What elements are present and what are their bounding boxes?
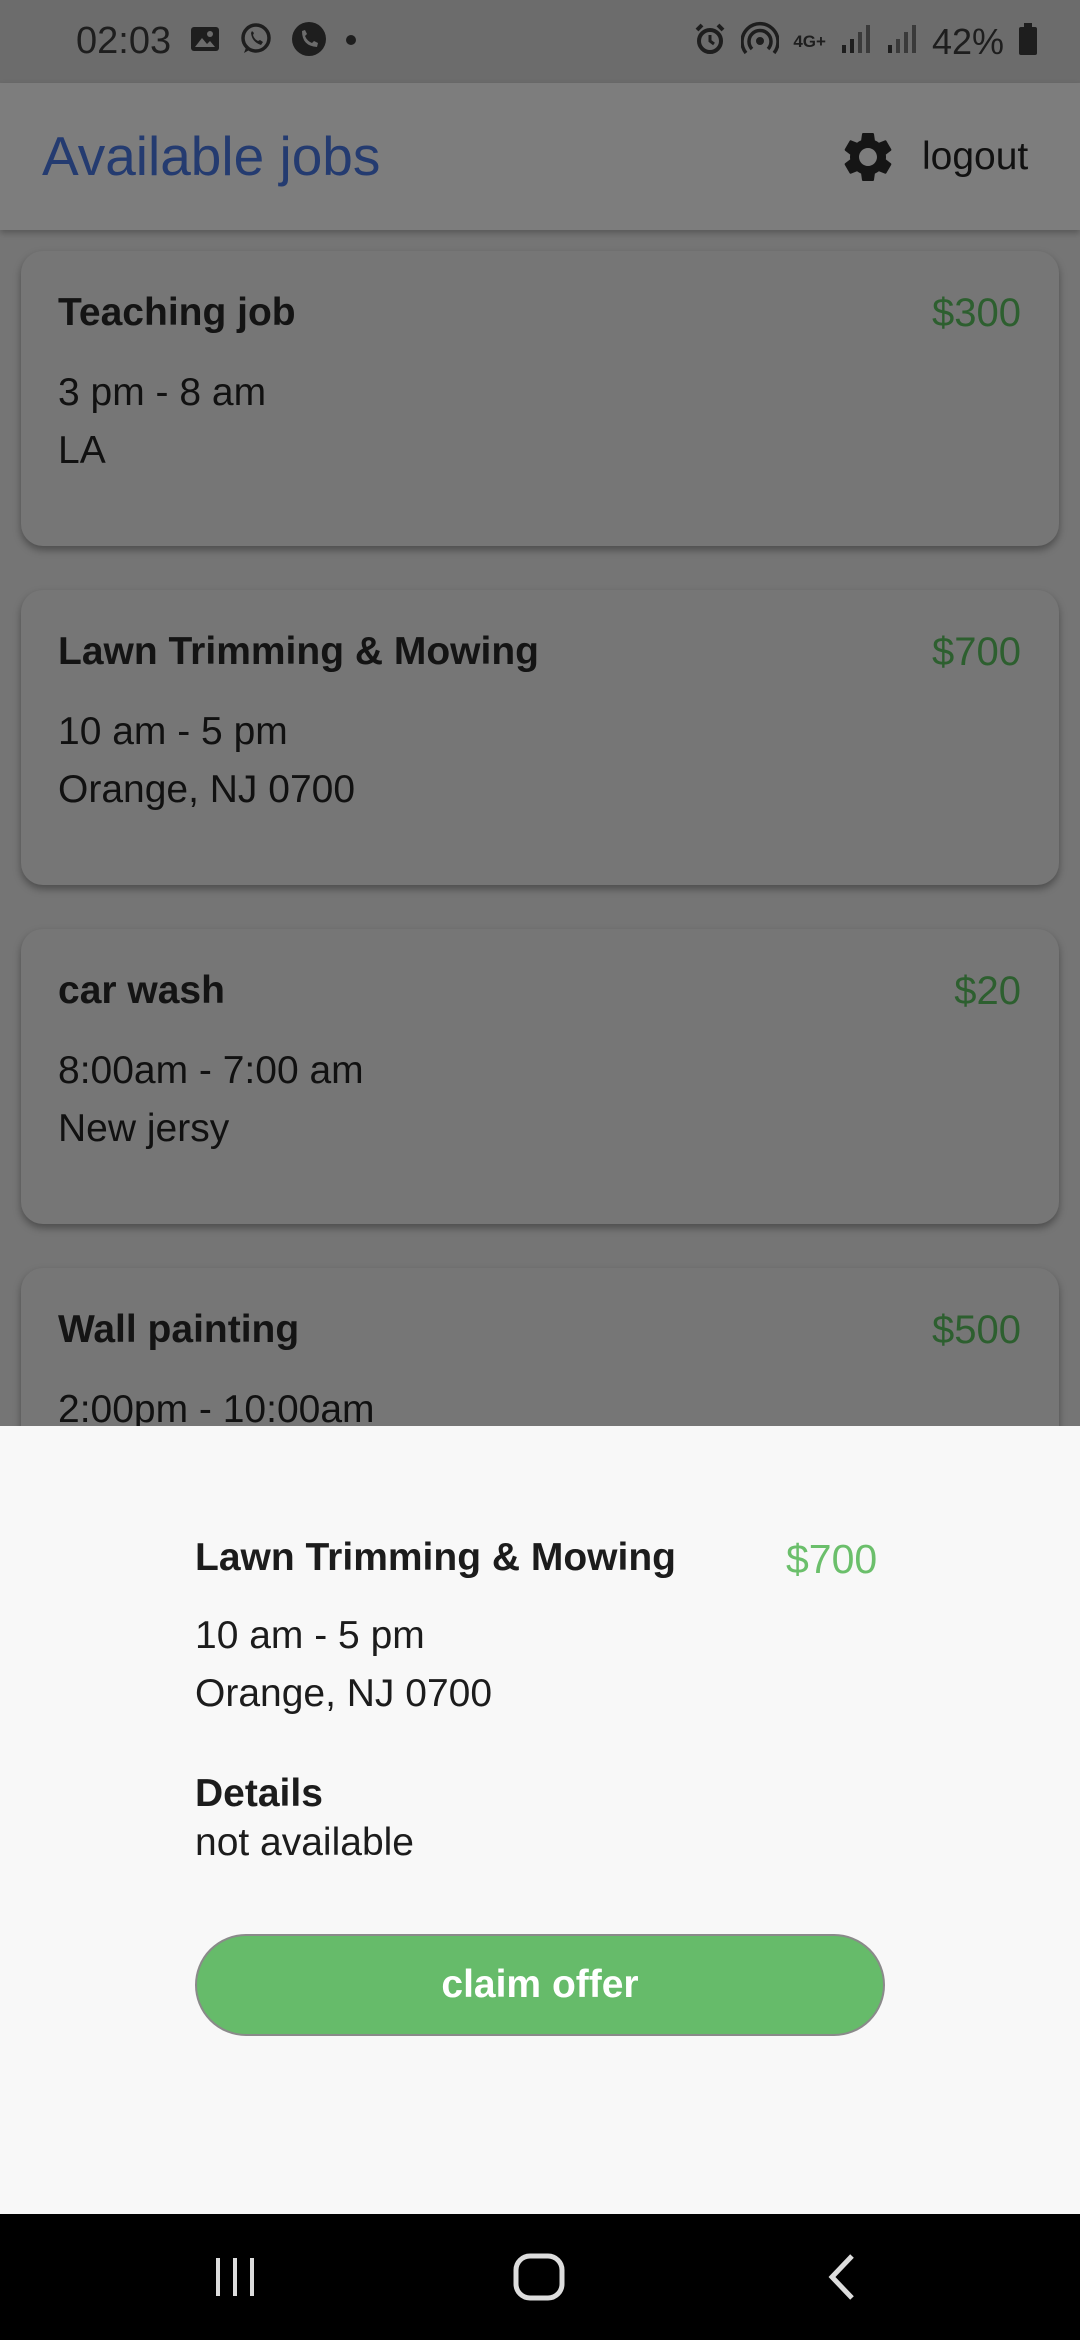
signal-icon [840, 23, 872, 60]
battery-icon [1018, 22, 1038, 61]
logout-button[interactable]: logout [922, 83, 1028, 230]
job-card-lawn[interactable]: Lawn Trimming & Mowing $700 10 am - 5 pm… [21, 590, 1059, 885]
gear-icon[interactable] [838, 127, 898, 187]
job-card-wall-painting[interactable]: Wall painting $500 2:00pm - 10:00am [21, 1268, 1059, 1426]
network-label: 4G+ [793, 31, 826, 51]
job-location: LA [58, 429, 106, 472]
details-label: Details [195, 1772, 323, 1815]
navigation-bar [0, 2214, 1080, 2340]
job-title: car wash [58, 969, 225, 1012]
job-price: $500 [932, 1308, 1021, 1352]
job-title: Wall painting [58, 1308, 300, 1351]
home-icon[interactable] [512, 2252, 566, 2307]
network-type: 4G+ [793, 31, 826, 51]
job-location: Orange, NJ 0700 [58, 768, 356, 811]
job-time: 8:00am - 7:00 am [58, 1049, 364, 1092]
signal-icon-2 [886, 23, 918, 60]
job-price: $20 [954, 969, 1021, 1013]
status-right: 4G+ 42% [693, 0, 1038, 83]
job-detail-sheet: Lawn Trimming & Mowing $700 10 am - 5 pm… [0, 1426, 1080, 2214]
back-icon[interactable] [822, 2252, 862, 2307]
job-card-car-wash[interactable]: car wash $20 8:00am - 7:00 am New jersy [21, 929, 1059, 1224]
job-time: 2:00pm - 10:00am [58, 1388, 375, 1426]
job-price: $300 [932, 291, 1021, 335]
page-title: Available jobs [42, 125, 381, 187]
alarm-icon [693, 22, 727, 61]
battery-percentage: 42% [931, 20, 1004, 62]
details-value: not available [195, 1821, 414, 1864]
whatsapp-icon [239, 22, 273, 61]
job-location: New jersy [58, 1107, 230, 1150]
detail-price: $700 [786, 1536, 878, 1582]
app-bar: Available jobs logout [0, 83, 1080, 230]
status-time: 02:03 [76, 20, 172, 62]
job-card-teaching[interactable]: Teaching job $300 3 pm - 8 am LA [21, 251, 1059, 546]
dot-icon [345, 33, 357, 51]
job-title: Teaching job [58, 291, 296, 334]
claim-offer-button[interactable]: claim offer [195, 1934, 885, 2036]
job-title: Lawn Trimming & Mowing [58, 630, 539, 673]
job-list: Teaching job $300 3 pm - 8 am LA Lawn Tr… [0, 230, 1080, 1426]
status-left: 02:03 [76, 0, 357, 83]
job-time: 10 am - 5 pm [58, 710, 288, 753]
detail-title: Lawn Trimming & Mowing [195, 1536, 676, 1579]
detail-time: 10 am - 5 pm [195, 1614, 425, 1657]
image-icon [189, 23, 221, 60]
detail-location: Orange, NJ 0700 [195, 1672, 493, 1715]
job-time: 3 pm - 8 am [58, 371, 267, 414]
recent-apps-icon[interactable] [210, 2252, 260, 2307]
phone-icon [291, 21, 327, 62]
hotspot-icon [740, 21, 781, 62]
status-bar: 02:03 4G+ 42% [0, 0, 1080, 83]
job-price: $700 [932, 630, 1021, 674]
